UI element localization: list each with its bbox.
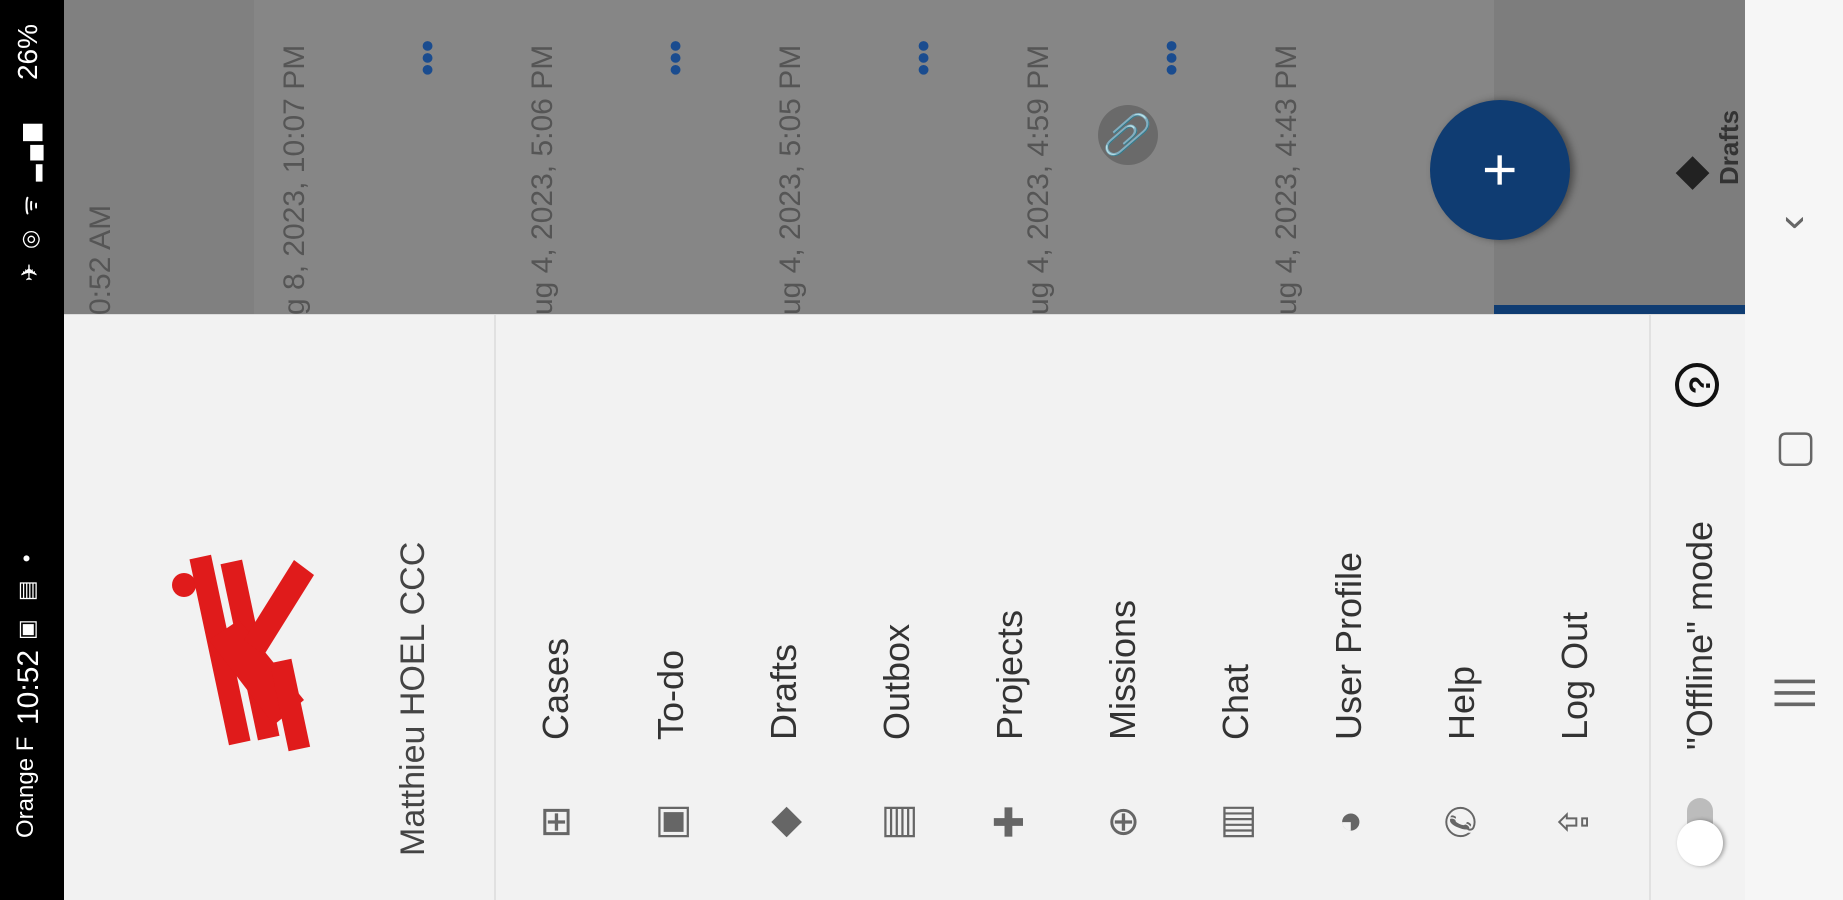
drawer-footer: "Offline" mode ? <box>1649 315 1747 900</box>
more-icon: ••• <box>657 40 695 76</box>
drawer-header: Matthieu HOEL CCC <box>64 315 496 900</box>
drafts-icon: ◆ <box>762 806 806 838</box>
todo-icon: ▣ <box>649 803 693 841</box>
menu-item-label: Cases <box>535 637 576 740</box>
outbox-icon: ▤ <box>875 803 919 841</box>
medical-case-icon: ⊞ <box>534 805 578 839</box>
menu-item-missions[interactable]: ⊕ Missions <box>1068 315 1178 900</box>
list-item-date: ug 4, 2023, 4:59 PM <box>1022 44 1055 315</box>
navigation-drawer: Matthieu HOEL CCC ⊞ Cases ▣ To-do ◆ Draf… <box>64 314 1747 900</box>
list-item-date: ug 4, 2023, 5:06 PM <box>526 44 559 315</box>
stage: Orange F 10:52 ▣ ▤ • ✈ ◎ ᯤ ▂▄▆ 26% ⚲ ≡ 0… <box>0 0 1843 900</box>
more-icon: ••• <box>1153 40 1191 76</box>
list-item-date: ug 4, 2023, 5:05 PM <box>774 44 807 315</box>
status-bar: Orange F 10:52 ▣ ▤ • ✈ ◎ ᯤ ▂▄▆ 26% <box>0 0 64 900</box>
list-item: ug 4, 2023, 4:59 PM ••• 📎 <box>998 0 1248 315</box>
list-item-date: 0:52 AM <box>84 204 117 315</box>
menu-item-label: To-do <box>650 649 691 740</box>
menu-item-label: Log Out <box>1554 611 1595 740</box>
add-fab-button: + <box>1430 100 1570 240</box>
menu-item-label: Missions <box>1102 599 1143 740</box>
help-icon[interactable]: ? <box>1675 363 1719 407</box>
recent-apps-button[interactable]: ||| <box>1767 676 1817 710</box>
attachment-icon: 📎 <box>1098 105 1158 165</box>
menu-item-cases[interactable]: ⊞ Cases <box>501 315 611 900</box>
list-item: 0:52 AM <box>64 0 256 315</box>
menu-item-label: Drafts <box>763 643 804 740</box>
list-item-date: g 8, 2023, 10:07 PM <box>278 44 311 315</box>
offline-mode-label: "Offline" mode <box>1679 520 1720 750</box>
home-button[interactable]: ▢ <box>1767 428 1818 470</box>
list-item-date: ug 4, 2023, 4:43 PM <box>1270 44 1303 315</box>
menu-item-chat[interactable]: ▥ Chat <box>1181 315 1291 900</box>
battery-label: 26% <box>12 24 43 81</box>
menu-item-label: Help <box>1441 665 1482 740</box>
carrier-label: Orange F <box>12 736 39 838</box>
menu-item-help[interactable]: ✆ Help <box>1407 315 1517 900</box>
signal-icon: ✈ ◎ ᯤ ▂▄▆ <box>17 120 42 282</box>
user-name: Matthieu HOEL CCC <box>394 541 432 856</box>
menu-item-label: User Profile <box>1328 551 1369 740</box>
msf-logo <box>172 554 314 752</box>
menu-item-label: Outbox <box>876 623 917 740</box>
back-button[interactable]: ‹ <box>1767 215 1817 230</box>
menu-item-user-profile[interactable]: ◕ User Profile <box>1294 315 1404 900</box>
globe-icon: ⊕ <box>1101 805 1145 839</box>
notification-icons: ▣ ▤ • <box>14 548 39 641</box>
list-item: g 8, 2023, 10:07 PM ••• <box>254 0 504 315</box>
drafts-icon: ◆ <box>1665 156 1714 190</box>
more-icon: ••• <box>905 40 943 76</box>
more-icon: ••• <box>409 40 447 76</box>
projects-icon: ✚ <box>988 805 1032 839</box>
menu-item-label: Chat <box>1215 663 1256 740</box>
menu-item-projects[interactable]: ✚ Projects <box>955 315 1065 900</box>
menu-item-logout[interactable]: ⇪ Log Out <box>1520 315 1630 900</box>
phone-icon: ✆ <box>1440 805 1484 839</box>
list-item: ug 4, 2023, 5:05 PM ••• <box>750 0 1000 315</box>
menu-item-todo[interactable]: ▣ To-do <box>616 315 726 900</box>
menu-item-label: Projects <box>989 609 1030 740</box>
toggle-knob[interactable] <box>1677 820 1723 866</box>
system-nav-bar: ||| ▢ ‹ <box>1745 0 1843 900</box>
logout-icon: ⇪ <box>1553 805 1597 839</box>
menu-item-drafts[interactable]: ◆ Drafts <box>729 315 839 900</box>
chat-icon: ▥ <box>1214 803 1258 841</box>
clock: 10:52 <box>12 649 45 725</box>
phone-screen: Orange F 10:52 ▣ ▤ • ✈ ◎ ᯤ ▂▄▆ 26% ⚲ ≡ 0… <box>0 0 1843 900</box>
list-item: ug 4, 2023, 5:06 PM ••• <box>502 0 752 315</box>
menu-item-outbox[interactable]: ▤ Outbox <box>842 315 952 900</box>
bottom-tab-label: Drafts <box>1714 109 1744 185</box>
user-profile-icon: ◕ <box>1326 809 1371 835</box>
